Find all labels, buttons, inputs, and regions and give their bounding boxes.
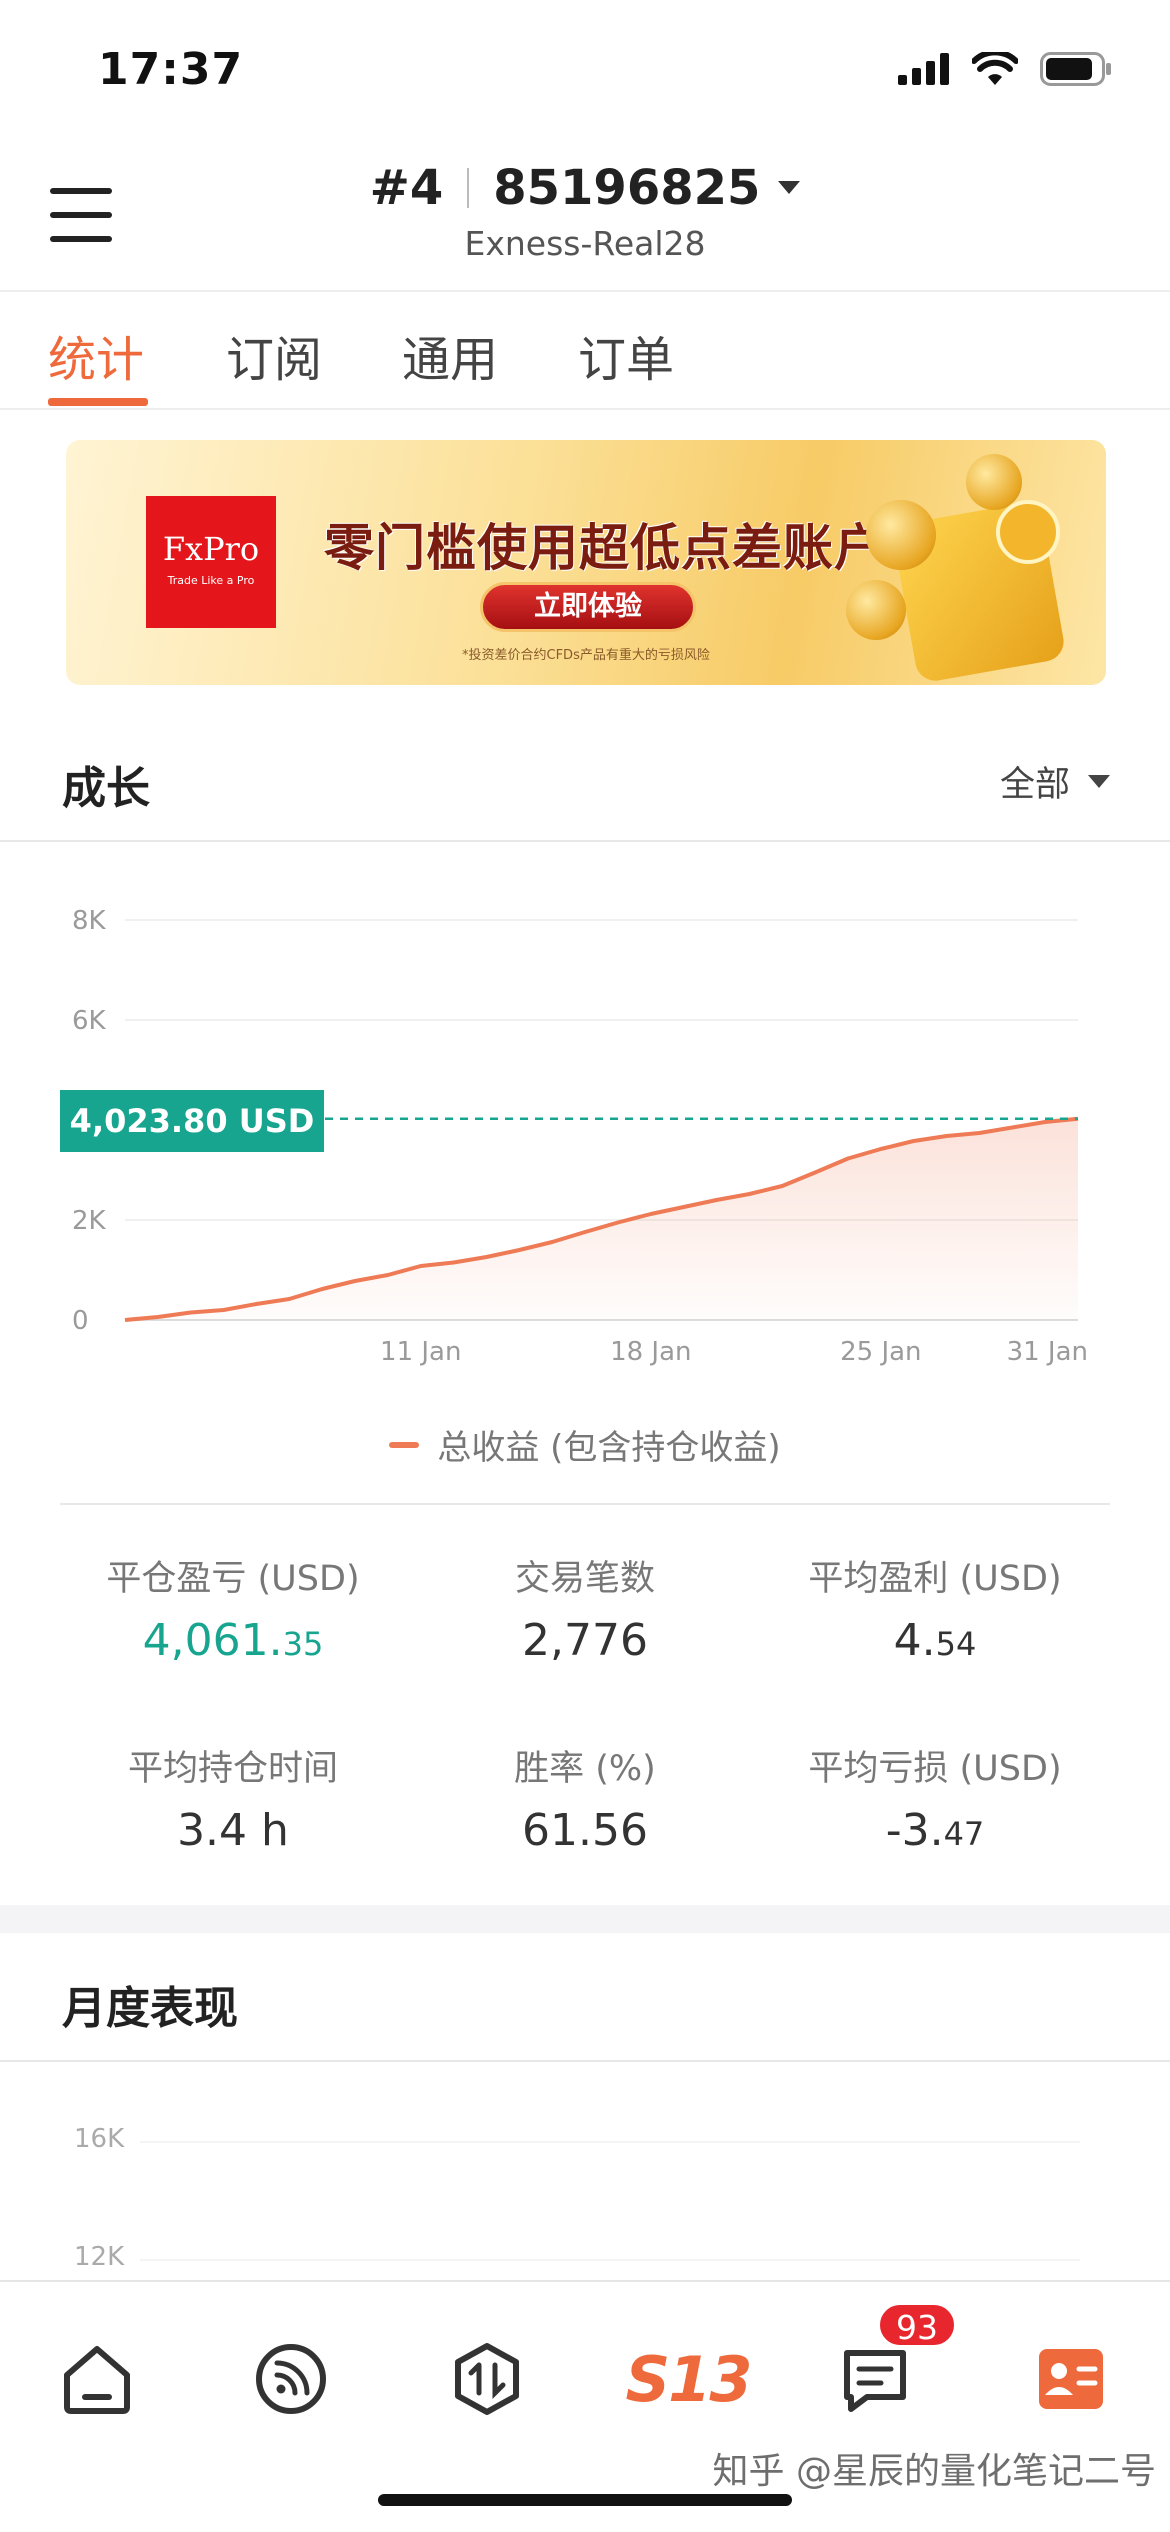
signal-icon xyxy=(898,53,949,85)
stat-value: -3.47 xyxy=(740,1805,1130,1856)
banner-title: 零门槛使用超低点差账户 xyxy=(324,519,885,577)
stat-value: 4,061.35 xyxy=(38,1615,428,1666)
stats-divider xyxy=(60,1503,1110,1505)
s13-logo-icon: S13 xyxy=(625,2342,753,2416)
range-dropdown[interactable]: 全部 xyxy=(1000,756,1110,807)
stat-value: 4.54 xyxy=(740,1615,1130,1666)
y-tick-label: 2K xyxy=(72,1206,107,1236)
monthly-title: 月度表现 xyxy=(62,1983,238,2034)
stat-value-dec: 35 xyxy=(282,1625,324,1663)
account-separator xyxy=(467,168,470,208)
profile-card-icon xyxy=(1039,2349,1103,2409)
legend-swatch xyxy=(389,1441,420,1448)
coin-icon xyxy=(966,454,1022,510)
stat-avg-hold-time: 平均持仓时间 3.4 h xyxy=(38,1740,428,1856)
status-icons xyxy=(898,52,1112,86)
tab-statistics[interactable]: 统计 xyxy=(48,320,144,390)
coin-icon xyxy=(866,500,936,570)
y-tick-label: 0 xyxy=(72,1306,89,1336)
account-index: #4 xyxy=(369,160,444,216)
brand-tagline: Trade Like a Pro xyxy=(167,574,255,587)
account-selector[interactable]: #4 85196825 xyxy=(0,160,1170,216)
stat-label: 平均盈利 (USD) xyxy=(808,1559,1062,1599)
x-tick-label: 25 Jan xyxy=(840,1337,921,1367)
section-separator xyxy=(0,1905,1170,1933)
stat-label: 平均亏损 (USD) xyxy=(808,1749,1062,1789)
tab-orders[interactable]: 订单 xyxy=(578,320,674,390)
active-tab-indicator xyxy=(48,398,148,406)
promo-banner[interactable]: FxPro Trade Like a Pro 零门槛使用超低点差账户 立即体验 … xyxy=(66,440,1106,685)
fxpro-logo: FxPro Trade Like a Pro xyxy=(146,496,276,628)
stat-value-int: -3. xyxy=(885,1805,944,1856)
stat-value: 2,776 xyxy=(390,1615,780,1666)
x-tick-label: 18 Jan xyxy=(610,1337,691,1367)
section-divider xyxy=(0,840,1170,842)
stat-value-int: 61.56 xyxy=(522,1805,648,1856)
chevron-down-icon xyxy=(778,181,801,194)
feed-icon xyxy=(256,2344,326,2414)
section-divider xyxy=(0,2060,1170,2062)
coin-icon xyxy=(846,580,906,640)
watermark: 知乎 @星辰的量化笔记二号 xyxy=(712,2451,1156,2492)
stat-value-dec: 47 xyxy=(943,1815,985,1853)
wifi-icon xyxy=(972,52,1018,85)
stat-value-int: 3.4 h xyxy=(177,1805,289,1856)
checkmark-shield-icon xyxy=(996,500,1060,564)
stat-avg-loss: 平均亏损 (USD) -3.47 xyxy=(740,1740,1130,1856)
battery-icon xyxy=(1040,52,1111,86)
nav-s13[interactable]: S13 xyxy=(618,2334,758,2424)
monthly-y-tick: 16K xyxy=(74,2124,125,2154)
x-tick-label: 11 Jan xyxy=(380,1337,461,1367)
growth-title: 成长 xyxy=(62,763,150,814)
tab-subscriptions[interactable]: 订阅 xyxy=(226,320,322,390)
home-icon xyxy=(64,2346,130,2414)
stat-trade-count: 交易笔数 2,776 xyxy=(390,1550,780,1666)
stat-avg-profit: 平均盈利 (USD) 4.54 xyxy=(740,1550,1130,1666)
range-label: 全部 xyxy=(999,765,1070,805)
stat-label: 平仓盈亏 (USD) xyxy=(106,1559,360,1599)
monthly-y-tick: 12K xyxy=(74,2242,125,2272)
stat-label: 平均持仓时间 xyxy=(127,1749,338,1789)
stat-value-int: 4,061. xyxy=(142,1615,283,1666)
caret-down-icon xyxy=(1088,775,1110,788)
account-number: 85196825 xyxy=(493,160,761,216)
brand-name: FxPro xyxy=(162,530,260,568)
nav-feed[interactable] xyxy=(246,2334,336,2424)
nav-home[interactable] xyxy=(52,2334,142,2424)
nav-profile[interactable] xyxy=(1026,2334,1116,2424)
tab-bar: 统计 订阅 通用 订单 xyxy=(0,290,1170,410)
stat-closed-pnl: 平仓盈亏 (USD) 4,061.35 xyxy=(38,1550,428,1666)
stat-value-int: 2,776 xyxy=(522,1615,648,1666)
banner-disclaimer: *投资差价合约CFDs产品有重大的亏损风险 xyxy=(462,648,710,663)
current-value-badge: 4,023.80 USD xyxy=(60,1090,324,1152)
monthly-gridline xyxy=(140,2259,1080,2261)
stat-value: 3.4 h xyxy=(38,1805,428,1856)
stat-value: 61.56 xyxy=(390,1805,780,1856)
tab-general[interactable]: 通用 xyxy=(402,320,498,390)
stat-value-dec: 54 xyxy=(935,1625,977,1663)
y-tick-label: 6K xyxy=(72,1006,107,1036)
messages-icon xyxy=(844,2350,906,2412)
banner-cta-button[interactable]: 立即体验 xyxy=(480,582,696,632)
stat-value-int: 4. xyxy=(893,1615,936,1666)
legend-label: 总收益 (包含持仓收益) xyxy=(437,1428,781,1468)
messages-badge: 93 xyxy=(877,2302,957,2348)
account-server: Exness-Real28 xyxy=(464,224,706,263)
y-tick-label: 8K xyxy=(72,906,107,936)
trade-icon xyxy=(455,2343,519,2415)
stat-win-rate: 胜率 (%) 61.56 xyxy=(390,1740,780,1856)
status-time: 17:37 xyxy=(98,44,244,95)
nav-trade[interactable] xyxy=(442,2334,532,2424)
stat-label: 交易笔数 xyxy=(514,1559,655,1599)
stat-label: 胜率 (%) xyxy=(514,1749,656,1789)
chart-legend: 总收益 (包含持仓收益) xyxy=(0,1420,1170,1469)
home-indicator[interactable] xyxy=(378,2494,792,2506)
monthly-gridline xyxy=(140,2141,1080,2143)
x-tick-label: 31 Jan xyxy=(1007,1337,1088,1367)
